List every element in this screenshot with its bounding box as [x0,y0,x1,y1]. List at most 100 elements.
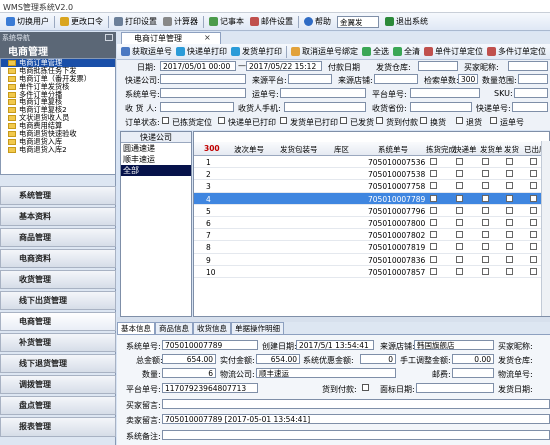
row-checkbox[interactable] [430,182,437,190]
col-header[interactable]: 系统单号 [378,144,408,155]
row-checkbox[interactable] [456,182,463,190]
nav-transfer[interactable]: 调拨管理 [0,375,116,394]
receiver-phone-input[interactable] [284,102,366,112]
table-row[interactable]: 9 705010007836 [194,254,549,266]
tab-product-info[interactable]: 商品信息 [155,322,193,334]
col-header[interactable]: 发货单 [480,144,503,155]
row-checkbox[interactable] [430,243,437,251]
pin-icon[interactable] [105,34,113,41]
list-item[interactable]: 圆通速递 [121,143,191,154]
table-row[interactable]: 3 705010007758 [194,180,549,193]
detail-total[interactable]: 654.00 [162,354,216,364]
row-checkbox[interactable] [482,194,489,202]
ship-wh-input[interactable] [418,61,458,71]
row-checkbox[interactable] [482,206,489,214]
status-checkbox[interactable] [490,117,497,124]
row-checkbox[interactable] [506,267,513,275]
row-checkbox[interactable] [506,243,513,251]
detail-postage[interactable] [452,368,494,378]
nav-system[interactable]: 系统管理 [0,186,116,205]
switch-user-button[interactable]: 切换用户 [3,15,52,29]
detail-logistics[interactable]: 顺丰速运 [256,368,396,378]
row-checkbox[interactable] [506,255,513,263]
detail-system-no[interactable]: 705010007789 [162,340,258,350]
calculator-button[interactable]: 计算器 [160,15,201,29]
row-checkbox[interactable] [530,206,537,214]
nav-ecom-management[interactable]: 电商管理 [0,312,116,331]
col-header[interactable]: 发货包装号 [280,144,318,155]
clear-all-button[interactable]: 全清 [391,45,422,59]
row-checkbox[interactable] [482,170,489,178]
row-checkbox[interactable] [482,182,489,190]
tab-operation-log[interactable]: 单据操作明细 [231,322,284,334]
source-plat-input[interactable] [288,74,332,84]
detail-refund-date[interactable] [416,383,494,393]
status-checkbox[interactable] [340,117,347,124]
nav-product[interactable]: 商品管理 [0,228,116,247]
table-row[interactable]: 1 705010007536 [194,156,549,169]
waybill-no-input[interactable] [280,88,366,98]
warehouse-select[interactable]: 金翼发 [337,15,379,28]
status-checkbox[interactable] [456,117,463,124]
row-checkbox[interactable] [530,267,537,275]
row-checkbox[interactable] [482,267,489,275]
detail-created[interactable]: 2017/5/1 13:54:41 [296,340,374,350]
nav-offline-shipping[interactable]: 线下出货管理 [0,291,116,310]
qty-range-input[interactable] [518,74,548,84]
waybill-no2-input[interactable] [512,102,548,112]
col-header[interactable]: 发货 [504,144,519,155]
detail-qty[interactable]: 6 [162,368,216,378]
grid-scrollbar[interactable] [541,141,550,316]
row-checkbox[interactable] [530,255,537,263]
row-checkbox[interactable] [456,206,463,214]
detail-manual[interactable]: 0.00 [452,354,494,364]
table-row[interactable]: 7 705010007802 [194,229,549,242]
row-checkbox[interactable] [506,219,513,226]
detail-platform[interactable]: 11707923964807713 [162,383,258,393]
status-checkbox[interactable] [280,117,287,124]
row-checkbox[interactable] [430,231,437,239]
row-checkbox[interactable] [430,255,437,263]
col-header[interactable]: 库区 [334,144,349,155]
print-delivery-button[interactable]: 发货单打印 [229,45,284,59]
row-checkbox[interactable] [456,170,463,178]
detail-buyer-msg[interactable] [162,399,550,409]
date-from-input[interactable]: 2017/05/01 00:00 [160,61,236,71]
table-row[interactable]: 4 705010007789 [194,192,549,205]
status-checkbox[interactable] [420,117,427,124]
help-button[interactable]: 帮助 [301,15,334,29]
select-all-button[interactable]: 全选 [360,45,391,59]
row-checkbox[interactable] [456,231,463,239]
date-to-input[interactable]: 2017/05/22 15:12 [246,61,322,71]
cod-checkbox[interactable] [362,384,369,391]
locate-multi-button[interactable]: 多件订单定位 [485,45,548,59]
table-row[interactable]: 8 705010007819 [194,241,549,254]
row-checkbox[interactable] [506,158,513,165]
row-checkbox[interactable] [530,243,537,251]
tab-basic-info[interactable]: 基本信息 [117,322,155,334]
row-checkbox[interactable] [430,267,437,275]
detail-discount[interactable]: 0 [360,354,396,364]
list-item[interactable]: 顺丰速运 [121,154,191,165]
row-checkbox[interactable] [430,206,437,214]
row-checkbox[interactable] [430,170,437,178]
detail-seller-msg[interactable]: 705010007789 [2017-05-01 13:54:41] [162,414,550,424]
row-checkbox[interactable] [482,255,489,263]
print-express-button[interactable]: 快递单打印 [174,45,229,59]
row-checkbox[interactable] [456,194,463,202]
row-checkbox[interactable] [482,231,489,239]
col-header[interactable]: 波次单号 [234,144,264,155]
check-count-input[interactable]: 300 [458,74,478,84]
nav-reports[interactable]: 报表管理 [0,417,116,437]
receiver-input[interactable] [160,102,234,112]
row-checkbox[interactable] [530,182,537,190]
nav-basic-data[interactable]: 基本资料 [0,207,116,226]
buyer-nick-input[interactable] [508,61,548,71]
row-checkbox[interactable] [530,194,537,202]
row-checkbox[interactable] [530,170,537,178]
platform-no-input[interactable] [410,88,480,98]
status-checkbox[interactable] [218,117,225,124]
row-checkbox[interactable] [456,243,463,251]
receiver-prov-input[interactable] [410,102,472,112]
system-no-input[interactable] [160,88,246,98]
